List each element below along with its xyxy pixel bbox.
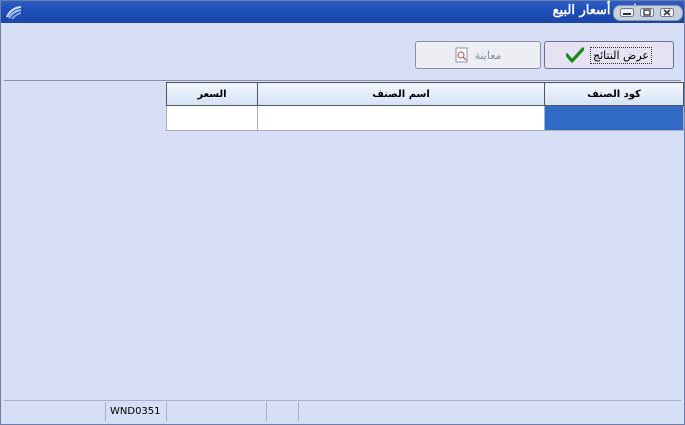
app-logo-icon xyxy=(6,6,22,20)
cell-item-name[interactable] xyxy=(257,105,545,131)
table-row[interactable] xyxy=(166,105,684,131)
status-panel-2 xyxy=(266,402,298,421)
status-panel-1 xyxy=(166,402,266,421)
close-icon[interactable] xyxy=(660,8,674,17)
document-preview-icon xyxy=(455,47,468,63)
column-header-item-code[interactable]: كود الصنف xyxy=(544,82,684,106)
grid-header-row: كود الصنف اسم الصنف السعر xyxy=(166,82,684,106)
status-panel-3 xyxy=(298,402,299,421)
minimize-icon[interactable] xyxy=(620,8,634,17)
title-bar[interactable]: تقرير قائمة أسعار البيع xyxy=(1,1,684,23)
checkmark-icon xyxy=(566,47,584,63)
toolbar-divider xyxy=(4,80,681,81)
column-header-price[interactable]: السعر xyxy=(166,82,258,106)
window-controls xyxy=(613,5,683,21)
show-results-label: عرض النتائج xyxy=(590,46,652,64)
preview-label: معاينة xyxy=(474,48,502,62)
column-header-item-name[interactable]: اسم الصنف xyxy=(257,82,545,106)
status-bar: WND0351 xyxy=(4,400,681,422)
cell-price[interactable] xyxy=(166,105,258,131)
report-window: تقرير قائمة أسعار البيع عرض النتائج معاي… xyxy=(0,0,685,425)
prices-grid[interactable]: كود الصنف اسم الصنف السعر xyxy=(166,82,684,131)
status-window-code: WND0351 xyxy=(105,402,167,421)
preview-button[interactable]: معاينة xyxy=(415,41,541,69)
show-results-button[interactable]: عرض النتائج xyxy=(544,41,674,69)
cell-item-code[interactable] xyxy=(544,105,684,131)
maximize-icon[interactable] xyxy=(640,8,654,17)
